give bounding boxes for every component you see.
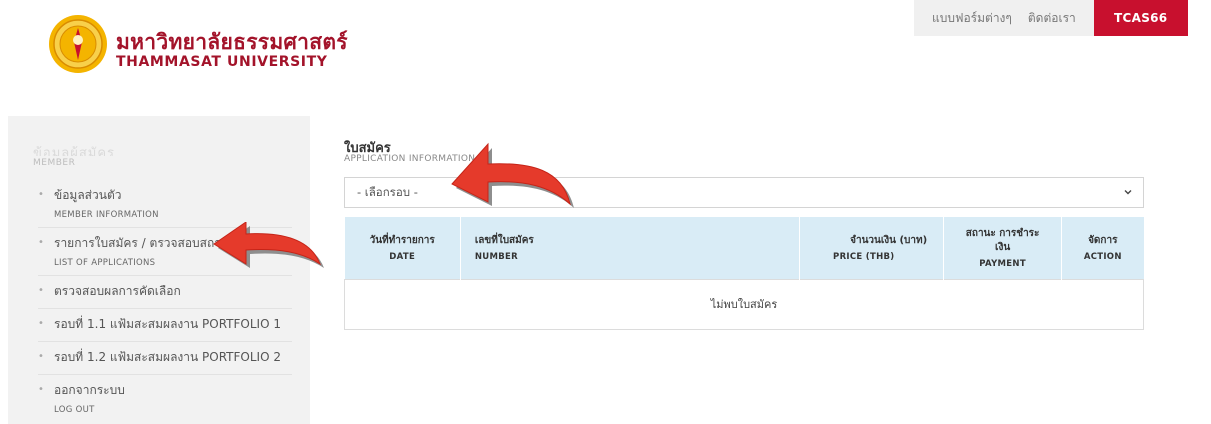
tcas-button[interactable]: TCAS66	[1093, 0, 1188, 36]
round-select[interactable]: - เลือกรอบ -	[344, 177, 1144, 208]
forms-link[interactable]: แบบฟอร์มต่างๆ	[932, 9, 1012, 28]
bullet-icon: •	[38, 285, 44, 296]
column-header-number: เลขที่ใบสมัคร NUMBER	[460, 217, 801, 279]
applications-table: วันที่ทำรายการ DATE เลขที่ใบสมัคร NUMBER…	[344, 217, 1144, 330]
sidebar-item-sublabel: LOG OUT	[54, 405, 95, 415]
table-header-row: วันที่ทำรายการ DATE เลขที่ใบสมัคร NUMBER…	[344, 217, 1144, 279]
sidebar-item-label: รอบที่ 1.1 แฟ้มสะสมผลงาน PORTFOLIO 1	[54, 317, 281, 331]
empty-message: ไม่พบใบสมัคร	[344, 278, 1144, 330]
column-header-label: เลขที่ใบสมัคร	[474, 235, 534, 247]
university-logo	[48, 14, 108, 74]
column-header-sublabel: PAYMENT	[979, 258, 1026, 269]
column-header-label: สถานะ การชำระเงิน	[965, 227, 1040, 253]
brand-name-english: THAMMASAT UNIVERSITY	[116, 54, 328, 70]
bullet-icon: •	[38, 351, 44, 362]
column-header-sublabel: NUMBER	[474, 252, 518, 263]
sidebar-heading-thai: ข้อมูลผู้สมัคร	[33, 146, 116, 156]
column-header-payment: สถานะ การชำระเงิน PAYMENT	[943, 217, 1063, 279]
table-row: ไม่พบใบสมัคร	[344, 278, 1144, 330]
sidebar-item-sublabel: MEMBER INFORMATION	[54, 210, 159, 220]
sidebar-heading: ข้อมูลผู้สมัคร MEMBER	[33, 142, 115, 168]
member-sidebar: ข้อมูลผู้สมัคร MEMBER • ข้อมูลส่วนตัว ME…	[8, 116, 310, 424]
bullet-icon: •	[38, 384, 44, 395]
column-header-price: จำนวนเงิน (บาท) PRICE (THB)	[799, 217, 945, 279]
sidebar-item-portfolio-2[interactable]: • รอบที่ 1.2 แฟ้มสะสมผลงาน PORTFOLIO 2	[38, 342, 292, 375]
sidebar-item-logout[interactable]: • ออกจากระบบ LOG OUT	[38, 375, 292, 422]
column-header-label: จัดการ	[1088, 235, 1118, 247]
sidebar-item-label: ข้อมูลส่วนตัว	[54, 188, 122, 202]
bullet-icon: •	[38, 318, 44, 329]
page-subtitle: APPLICATION INFORMATION	[344, 154, 476, 164]
round-select-value: - เลือกรอบ -	[357, 184, 418, 199]
column-header-label: จำนวนเงิน (บาท)	[850, 235, 928, 247]
sidebar-item-member-information[interactable]: • ข้อมูลส่วนตัว MEMBER INFORMATION	[38, 180, 292, 228]
column-header-sublabel: DATE	[389, 252, 416, 263]
chevron-down-icon	[1124, 190, 1132, 195]
sidebar-item-label: รอบที่ 1.2 แฟ้มสะสมผลงาน PORTFOLIO 2	[54, 350, 281, 364]
sidebar-item-label: ตรวจสอบผลการคัดเลือก	[54, 284, 181, 298]
top-nav-links: แบบฟอร์มต่างๆ ติดต่อเรา	[914, 0, 1094, 36]
bullet-icon: •	[38, 237, 44, 248]
sidebar-item-label: ออกจากระบบ	[54, 383, 125, 397]
contact-link[interactable]: ติดต่อเรา	[1028, 9, 1076, 28]
sidebar-item-list-of-applications[interactable]: • รายการใบสมัคร / ตรวจสอบสถานะ LIST OF A…	[38, 228, 292, 276]
top-navigation: แบบฟอร์มต่างๆ ติดต่อเรา TCAS66	[914, 0, 1211, 36]
sidebar-item-selection-results[interactable]: • ตรวจสอบผลการคัดเลือก	[38, 276, 292, 309]
sidebar-item-portfolio-1[interactable]: • รอบที่ 1.1 แฟ้มสะสมผลงาน PORTFOLIO 1	[38, 309, 292, 342]
column-header-action: จัดการ ACTION	[1061, 217, 1144, 279]
column-header-date: วันที่ทำรายการ DATE	[344, 217, 461, 279]
sidebar-heading-english: MEMBER	[33, 158, 76, 168]
sidebar-item-sublabel: LIST OF APPLICATIONS	[54, 258, 156, 268]
column-header-sublabel: ACTION	[1083, 252, 1122, 263]
bullet-icon: •	[38, 189, 44, 200]
sidebar-item-label: รายการใบสมัคร / ตรวจสอบสถานะ	[54, 236, 236, 250]
column-header-sublabel: PRICE (THB)	[833, 252, 895, 263]
column-header-label: วันที่ทำรายการ	[369, 235, 435, 247]
sidebar-menu: • ข้อมูลส่วนตัว MEMBER INFORMATION • ราย…	[38, 180, 292, 422]
